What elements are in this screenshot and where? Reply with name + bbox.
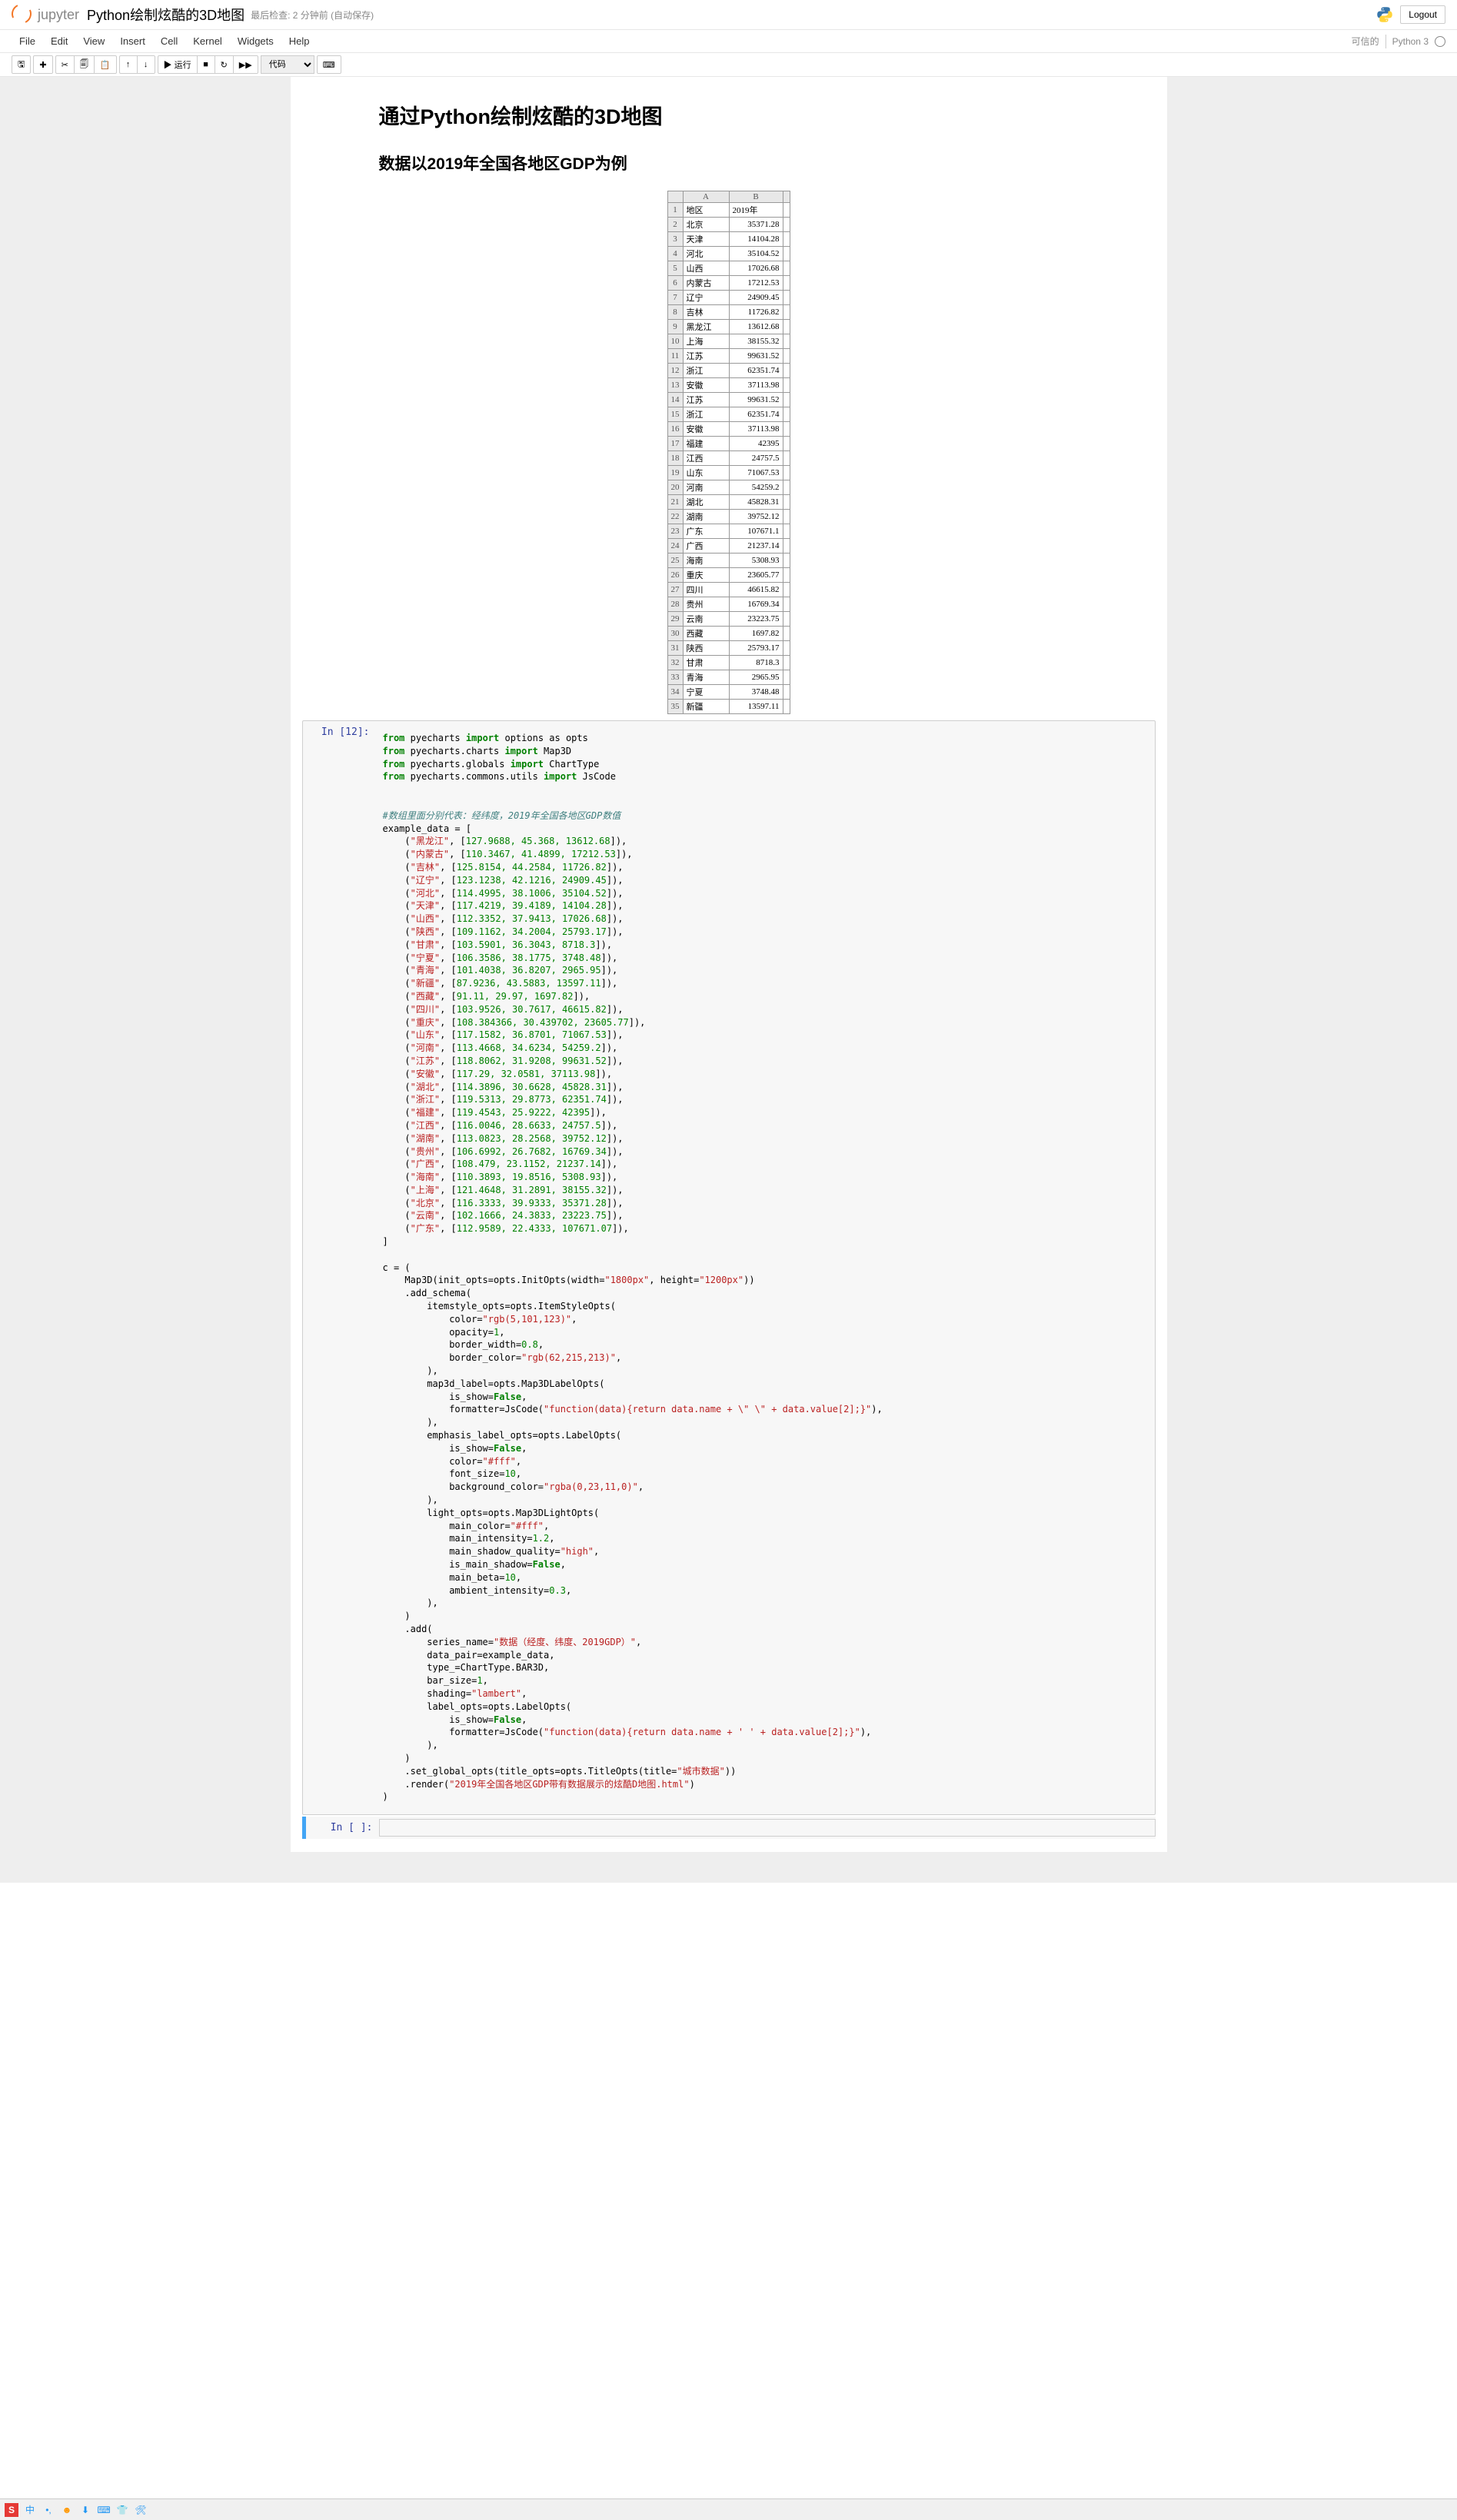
voice-icon[interactable]: ⬇	[78, 2503, 92, 2517]
os-taskbar: S 中 •, ☻ ⬇ ⌨ 👕 🛠	[0, 2498, 1457, 2520]
command-palette-button[interactable]: ⌨	[317, 55, 341, 74]
trusted-indicator[interactable]: 可信的	[1352, 35, 1379, 48]
code-cell-empty[interactable]: In [ ]:	[302, 1817, 1156, 1839]
jupyter-icon	[12, 4, 33, 25]
paste-button[interactable]: 📋	[94, 55, 117, 74]
input-zh-icon[interactable]: 中	[23, 2503, 37, 2517]
data-table-output: AB 1地区2019年 2北京35371.283天津14104.284河北351…	[302, 191, 1156, 714]
notebook-header: jupyter Python绘制炫酷的3D地图 最后检查: 2 分钟前 (自动保…	[0, 0, 1457, 30]
menu-kernel[interactable]: Kernel	[185, 31, 230, 52]
restart-run-button[interactable]: ▶▶	[233, 55, 258, 74]
toolbox-icon[interactable]: 🛠	[134, 2503, 148, 2517]
keyboard-icon[interactable]: ⌨	[97, 2503, 111, 2517]
emoji-icon[interactable]: ☻	[60, 2503, 74, 2517]
markdown-cell-subtitle[interactable]: 数据以2019年全国各地区GDP为例	[302, 140, 1156, 185]
add-cell-button[interactable]: ✚	[33, 55, 52, 74]
code-input[interactable]: from pyecharts import options as opts fr…	[380, 727, 1151, 1808]
restart-button[interactable]: ↻	[215, 55, 234, 74]
logo-text: jupyter	[38, 7, 79, 23]
page-subtitle: 数据以2019年全国各地区GDP为例	[379, 151, 1152, 175]
input-prompt: In [12]:	[303, 723, 376, 1812]
skin-icon[interactable]: 👕	[115, 2503, 129, 2517]
menu-edit[interactable]: Edit	[43, 31, 75, 52]
save-button[interactable]: 🖫	[12, 55, 31, 74]
menu-file[interactable]: File	[12, 31, 43, 52]
checkpoint-status: 最后检查: 2 分钟前 (自动保存)	[251, 8, 374, 22]
code-cell-main[interactable]: In [12]: from pyecharts import options a…	[302, 720, 1156, 1815]
logout-button[interactable]: Logout	[1400, 5, 1445, 24]
move-up-button[interactable]: ↑	[119, 55, 138, 74]
menubar: File Edit View Insert Cell Kernel Widget…	[0, 30, 1457, 53]
interrupt-button[interactable]: ■	[197, 55, 215, 74]
move-down-button[interactable]: ↓	[137, 55, 155, 74]
ime-icon[interactable]: S	[5, 2503, 18, 2517]
kernel-indicator-icon	[1435, 36, 1445, 47]
menu-widgets[interactable]: Widgets	[230, 31, 281, 52]
gdp-table: AB 1地区2019年 2北京35371.283天津14104.284河北351…	[667, 191, 790, 714]
menu-view[interactable]: View	[75, 31, 112, 52]
run-button[interactable]: ▶ 运行	[158, 55, 198, 74]
notebook-title[interactable]: Python绘制炫酷的3D地图	[87, 5, 244, 25]
menu-help[interactable]: Help	[281, 31, 318, 52]
copy-button[interactable]: 🗐	[74, 55, 95, 74]
menu-cell[interactable]: Cell	[153, 31, 185, 52]
menu-insert[interactable]: Insert	[112, 31, 153, 52]
jupyter-logo: jupyter	[12, 4, 79, 25]
python-icon	[1376, 5, 1394, 24]
markdown-cell-title[interactable]: 通过Python绘制炫酷的3D地图	[302, 88, 1156, 140]
celltype-select[interactable]: 代码	[261, 55, 314, 74]
punct-icon[interactable]: •,	[42, 2503, 55, 2517]
page-title: 通过Python绘制炫酷的3D地图	[379, 100, 1152, 130]
notebook-container: 通过Python绘制炫酷的3D地图 数据以2019年全国各地区GDP为例 AB …	[291, 77, 1167, 1852]
cut-button[interactable]: ✂	[55, 55, 75, 74]
input-prompt-empty: In [ ]:	[306, 1819, 379, 1837]
kernel-name[interactable]: Python 3	[1392, 36, 1429, 47]
toolbar: 🖫 ✚ ✂ 🗐 📋 ↑ ↓ ▶ 运行 ■ ↻ ▶▶ 代码 ⌨	[0, 53, 1457, 77]
